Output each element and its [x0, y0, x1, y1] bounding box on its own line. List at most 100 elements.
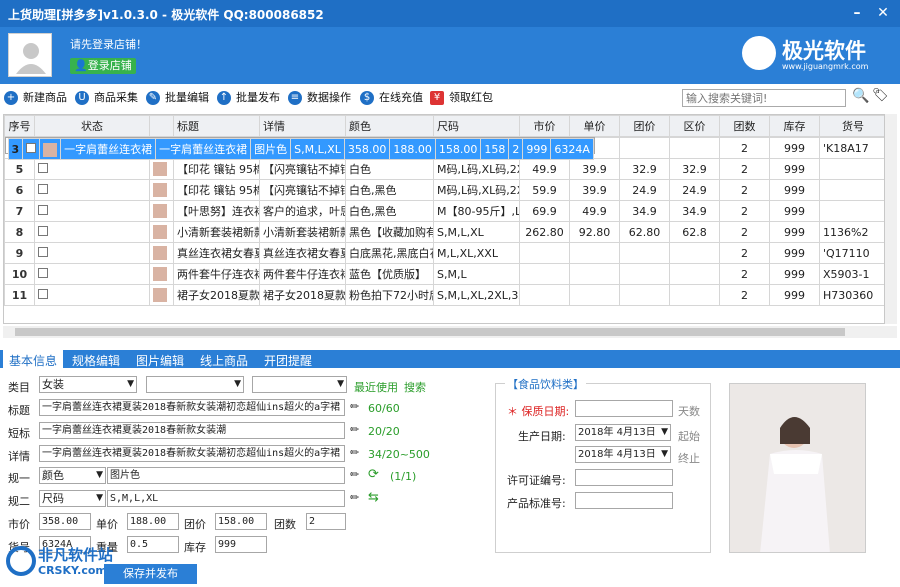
col-range-price[interactable]: 区价 [669, 115, 720, 137]
brand-name: 极光软件 [782, 39, 866, 63]
tab-online-products[interactable]: 线上商品 [200, 352, 248, 369]
minimize-icon[interactable]: – [846, 3, 868, 23]
category-select-3[interactable]: ▼ [252, 376, 347, 393]
table-row[interactable]: 11裙子女2018夏款新裙子女2018夏款新粉色拍下72小时后S,M,L,XL,… [4, 284, 884, 306]
table-row[interactable]: 5 【印花 镶钻 95棉 【闪亮镶钻不掉钻 白色 M码,L码,XL码,2X 49.9 39.… [4, 158, 884, 180]
avatar [8, 33, 52, 77]
category-select-1[interactable]: 女装 ▼ [39, 376, 137, 393]
search-input[interactable] [682, 89, 846, 107]
pencil-icon[interactable]: ✏ [350, 491, 359, 504]
col-group-price[interactable]: 团价 [619, 115, 670, 137]
col-index[interactable]: 序号 [4, 115, 35, 137]
row-stock: 999 [522, 138, 552, 160]
tab-spec-edit[interactable]: 规格编辑 [72, 352, 120, 369]
detail-field[interactable]: 一字肩蕾丝连衣裙夏装2018春新款女装潮初恋超仙ins超火的a字裙 [39, 445, 345, 462]
table-row[interactable]: 3 一字肩蕾丝连衣裙 一字肩蕾丝连衣裙 图片色 S,M,L,XL 358.00 188.00… [4, 137, 595, 160]
refresh-icon[interactable]: ⟳ [368, 467, 379, 482]
table-row[interactable]: 7 【叶思努】连衣裙客户的追求，叶思白色,黑色M【80-95斤】,L【69.949… [4, 200, 884, 222]
shelf-life-field[interactable] [575, 400, 673, 417]
horizontal-scrollbar[interactable] [3, 326, 897, 338]
close-icon[interactable]: ✕ [872, 3, 894, 23]
end-label: 终止 [678, 452, 700, 465]
col-market-price[interactable]: 市价 [519, 115, 570, 137]
tab-group-reminder[interactable]: 开团提醒 [264, 352, 312, 369]
category-select-2[interactable]: ▼ [146, 376, 244, 393]
col-color[interactable]: 颜色 [345, 115, 434, 137]
col-unit-price[interactable]: 单价 [569, 115, 620, 137]
row-checkbox[interactable] [26, 142, 37, 153]
pencil-icon[interactable]: ✏ [350, 468, 359, 481]
batch-edit-button[interactable]: ✎ 批量编辑 [146, 89, 209, 107]
search-icon[interactable]: 🔍 [852, 88, 869, 104]
table-row[interactable]: 10 两件套牛仔连衣裙 两件套牛仔连衣裙 蓝色【优质版】 S,M,L 2 999 X5903-… [4, 263, 884, 285]
new-product-button[interactable]: + 新建商品 [4, 89, 67, 107]
col-stock[interactable]: 库存 [769, 115, 820, 137]
short-title-field[interactable]: 一字肩蕾丝连衣裙夏装2018春新款女装潮 [39, 422, 345, 439]
search-category-link[interactable]: 搜索 [404, 379, 426, 395]
row-checkbox[interactable] [38, 246, 48, 257]
save-publish-button[interactable]: 保存并发布 [104, 564, 197, 584]
col-group-count[interactable]: 团数 [719, 115, 770, 137]
row-checkbox[interactable] [38, 225, 48, 236]
spec2-values-field[interactable]: S,M,L,XL [107, 490, 345, 507]
row-checkbox[interactable] [38, 162, 48, 173]
table-row[interactable]: 8 小清新套装裙新款 小清新套装裙新款 黑色【收藏加购有 S,M,L,XL 262.80 9… [4, 221, 884, 243]
col-status[interactable]: 状态 [34, 115, 150, 137]
row-group-price: 34.9 [619, 200, 670, 222]
pencil-icon[interactable]: ✏ [350, 446, 359, 459]
row-checkbox[interactable] [38, 183, 48, 194]
col-title[interactable]: 标题 [173, 115, 260, 137]
row-title: 【叶思努】连衣裙 [173, 200, 260, 222]
row-group-price: 62.80 [619, 221, 670, 243]
row-color: 黑色【收藏加购有 [345, 221, 434, 243]
batch-publish-button[interactable]: ↑ 批量发布 [217, 89, 280, 107]
tab-image-edit[interactable]: 图片编辑 [136, 352, 184, 369]
red-packet-button[interactable]: ¥ 领取红包 [430, 89, 493, 107]
product-photo[interactable] [729, 383, 866, 553]
col-size[interactable]: 尺码 [433, 115, 520, 137]
row-range-price [669, 284, 720, 306]
row-status [34, 263, 150, 285]
spec2-select[interactable]: 尺码 ▼ [39, 490, 106, 507]
market-price-field[interactable]: 358.00 [39, 513, 91, 530]
data-ops-label: 数据操作 [307, 91, 351, 104]
table-row[interactable]: 9 真丝连衣裙女春夏 真丝连衣裙女春夏 白底黑花,黑底白花 M,L,XL,XXL 2 999… [4, 242, 884, 264]
row-checkbox[interactable] [38, 267, 48, 278]
spec1-values-field[interactable]: 图片色 [107, 467, 345, 484]
data-ops-button[interactable]: ≡ 数据操作 [288, 89, 351, 107]
license-field[interactable] [575, 469, 673, 486]
title-field[interactable]: 一字肩蕾丝连衣裙夏装2018春新款女装潮初恋超仙ins超火的a字裙 [39, 399, 345, 416]
production-start-date[interactable]: 2018年 4月13日 ▼ [575, 424, 671, 441]
weight-field[interactable]: 0.5 [127, 536, 179, 553]
collect-button[interactable]: U 商品采集 [75, 89, 138, 107]
production-end-date[interactable]: 2018年 4月13日 ▼ [575, 446, 671, 463]
recharge-button[interactable]: $ 在线充值 [360, 89, 423, 107]
table-row[interactable]: 6 【印花 镶钻 95棉 【闪亮镶钻不掉钻 白色,黑色 M码,L码,XL码,2X 59.9… [4, 179, 884, 201]
header: 请先登录店铺！ 👤登录店铺 极光软件 www.jiguangmrk.com [0, 27, 900, 84]
shelf-unit: 天数 [678, 405, 700, 418]
spec1-select[interactable]: 颜色 ▼ [39, 467, 106, 484]
scroll-thumb[interactable] [15, 328, 845, 336]
group-count-field[interactable]: 2 [306, 513, 346, 530]
stock-field[interactable]: 999 [215, 536, 267, 553]
pencil-icon[interactable]: ✏ [350, 423, 359, 436]
group-price-field[interactable]: 158.00 [215, 513, 267, 530]
tag-icon[interactable]: 🏷 [872, 88, 889, 103]
vertical-scrollbar[interactable] [885, 114, 897, 324]
swap-icon[interactable]: ⇆ [368, 490, 379, 505]
standard-field[interactable] [575, 492, 673, 509]
tab-basic-info[interactable]: 基本信息 [3, 350, 64, 372]
col-detail[interactable]: 详情 [259, 115, 346, 137]
recent-used-link[interactable]: 最近使用 [354, 379, 398, 395]
unit-price-field[interactable]: 188.00 [127, 513, 179, 530]
category-value: 女装 [42, 378, 64, 391]
login-store-button[interactable]: 👤登录店铺 [70, 58, 136, 74]
pencil-icon[interactable]: ✏ [350, 400, 359, 413]
row-group-count: 2 [719, 242, 770, 264]
table-header: 序号 状态 标题 详情 颜色 尺码 市价 单价 团价 区价 团数 库存 货号 [4, 115, 884, 137]
row-status [34, 242, 150, 264]
row-checkbox[interactable] [38, 288, 48, 299]
row-checkbox[interactable] [38, 204, 48, 215]
col-sku[interactable]: 货号 [819, 115, 884, 137]
row-range-price: 32.9 [669, 158, 720, 180]
